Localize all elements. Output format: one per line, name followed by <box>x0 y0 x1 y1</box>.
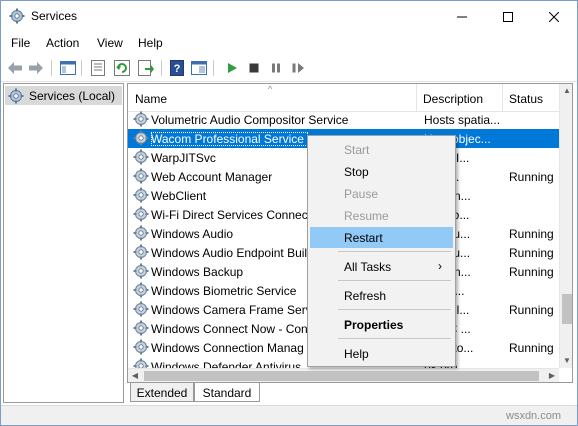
service-name: Volumetric Audio Compositor Service <box>151 113 349 127</box>
toolbar-separator <box>81 60 82 76</box>
close-button[interactable] <box>531 1 577 32</box>
tree-item-label: Services (Local) <box>29 89 116 103</box>
minimize-button[interactable] <box>439 1 485 32</box>
service-gear-icon <box>133 111 149 127</box>
window-title: Services <box>31 9 78 23</box>
toolbar-separator <box>213 60 214 76</box>
vertical-scrollbar[interactable]: ▲ ▼ <box>559 84 572 368</box>
refresh-icon[interactable] <box>113 59 131 77</box>
minimize-icon <box>457 16 467 17</box>
column-header-status[interactable]: Status <box>503 84 559 112</box>
menu-view[interactable]: View <box>97 36 123 50</box>
menu-item-restart[interactable]: Restart <box>310 227 453 248</box>
tree-item-services-local[interactable]: Services (Local) <box>5 86 122 105</box>
service-status: Running <box>509 265 554 279</box>
service-gear-icon <box>133 263 149 279</box>
view-tabs: Extended Standard <box>127 383 573 403</box>
horizontal-scrollbar[interactable]: ◀ ▶ <box>128 368 559 382</box>
service-status: Running <box>509 303 554 317</box>
watermark: wsxdn.com <box>506 410 562 422</box>
service-status: Running <box>509 341 554 355</box>
service-gear-icon <box>133 168 149 184</box>
start-service-icon[interactable] <box>223 59 241 77</box>
scroll-thumb[interactable] <box>562 294 572 324</box>
maximize-button[interactable] <box>485 1 531 32</box>
service-gear-icon <box>133 244 149 260</box>
service-gear-icon <box>133 149 149 165</box>
menu-bar: File Action View Help <box>1 32 577 54</box>
console-icon[interactable] <box>190 59 208 77</box>
context-menu: Start Stop Pause Resume Restart All Task… <box>307 135 456 367</box>
menu-item-stop[interactable]: Stop <box>310 161 453 182</box>
service-gear-icon <box>133 301 149 317</box>
properties-icon[interactable] <box>89 59 107 77</box>
service-status: Running <box>509 246 554 260</box>
service-name: Wacom Professional Service <box>151 132 308 146</box>
scroll-left-icon[interactable]: ◀ <box>128 369 142 382</box>
svg-text:?: ? <box>174 63 181 75</box>
service-gear-icon <box>133 187 149 203</box>
menu-item-help[interactable]: Help <box>310 343 453 364</box>
menu-separator <box>338 280 451 281</box>
tab-standard[interactable]: Standard <box>194 383 260 402</box>
help-icon[interactable]: ? <box>168 59 186 77</box>
column-header-row: ^ Name Description Status <box>128 84 559 112</box>
menu-item-refresh[interactable]: Refresh <box>310 285 453 306</box>
menu-action[interactable]: Action <box>46 36 79 50</box>
pause-service-icon[interactable] <box>267 59 285 77</box>
back-arrow-icon[interactable] <box>6 59 24 77</box>
column-header-description[interactable]: Description <box>417 84 503 112</box>
toolbar-separator <box>51 60 52 76</box>
services-window: Services File Action View Help ? Service… <box>0 0 578 426</box>
service-status: Running <box>509 170 554 184</box>
services-gear-icon <box>8 88 24 104</box>
scroll-down-icon[interactable]: ▼ <box>560 354 572 368</box>
scroll-up-icon[interactable]: ▲ <box>560 84 572 98</box>
show-hide-tree-icon[interactable] <box>59 59 77 77</box>
menu-item-properties[interactable]: Properties <box>310 314 453 335</box>
menu-separator <box>338 338 451 339</box>
service-gear-icon <box>133 130 149 146</box>
close-icon <box>549 11 559 22</box>
menu-help[interactable]: Help <box>138 36 163 50</box>
toolbar-separator <box>161 60 162 76</box>
forward-arrow-icon[interactable] <box>27 59 45 77</box>
maximize-icon <box>503 11 513 22</box>
service-gear-icon <box>133 206 149 222</box>
menu-separator <box>338 309 451 310</box>
title-bar: Services <box>1 1 577 32</box>
menu-file[interactable]: File <box>11 36 30 50</box>
submenu-arrow-icon: › <box>438 259 442 273</box>
services-gear-icon <box>9 8 25 24</box>
menu-item-start[interactable]: Start <box>310 139 453 160</box>
tab-extended[interactable]: Extended <box>130 383 194 402</box>
scroll-thumb[interactable] <box>144 371 539 381</box>
toolbar: ? <box>1 55 577 82</box>
table-row[interactable]: Volumetric Audio Compositor Service Hosts… <box>128 110 559 129</box>
stop-service-icon[interactable] <box>245 59 263 77</box>
restart-service-icon[interactable] <box>289 59 307 77</box>
export-list-icon[interactable] <box>137 59 155 77</box>
menu-item-resume[interactable]: Resume <box>310 205 453 226</box>
menu-item-pause[interactable]: Pause <box>310 183 453 204</box>
scroll-right-icon[interactable]: ▶ <box>545 369 559 382</box>
service-gear-icon <box>133 282 149 298</box>
service-status: Running <box>509 227 554 241</box>
status-bar: wsxdn.com <box>1 405 577 425</box>
service-gear-icon <box>133 320 149 336</box>
menu-item-all-tasks[interactable]: All Tasks › <box>310 256 453 277</box>
service-description: Hosts spatia... <box>424 113 501 127</box>
console-tree-pane: Services (Local) <box>3 83 124 403</box>
menu-separator <box>338 251 451 252</box>
service-gear-icon <box>133 339 149 355</box>
service-gear-icon <box>133 225 149 241</box>
column-header-name[interactable]: Name <box>128 84 417 112</box>
